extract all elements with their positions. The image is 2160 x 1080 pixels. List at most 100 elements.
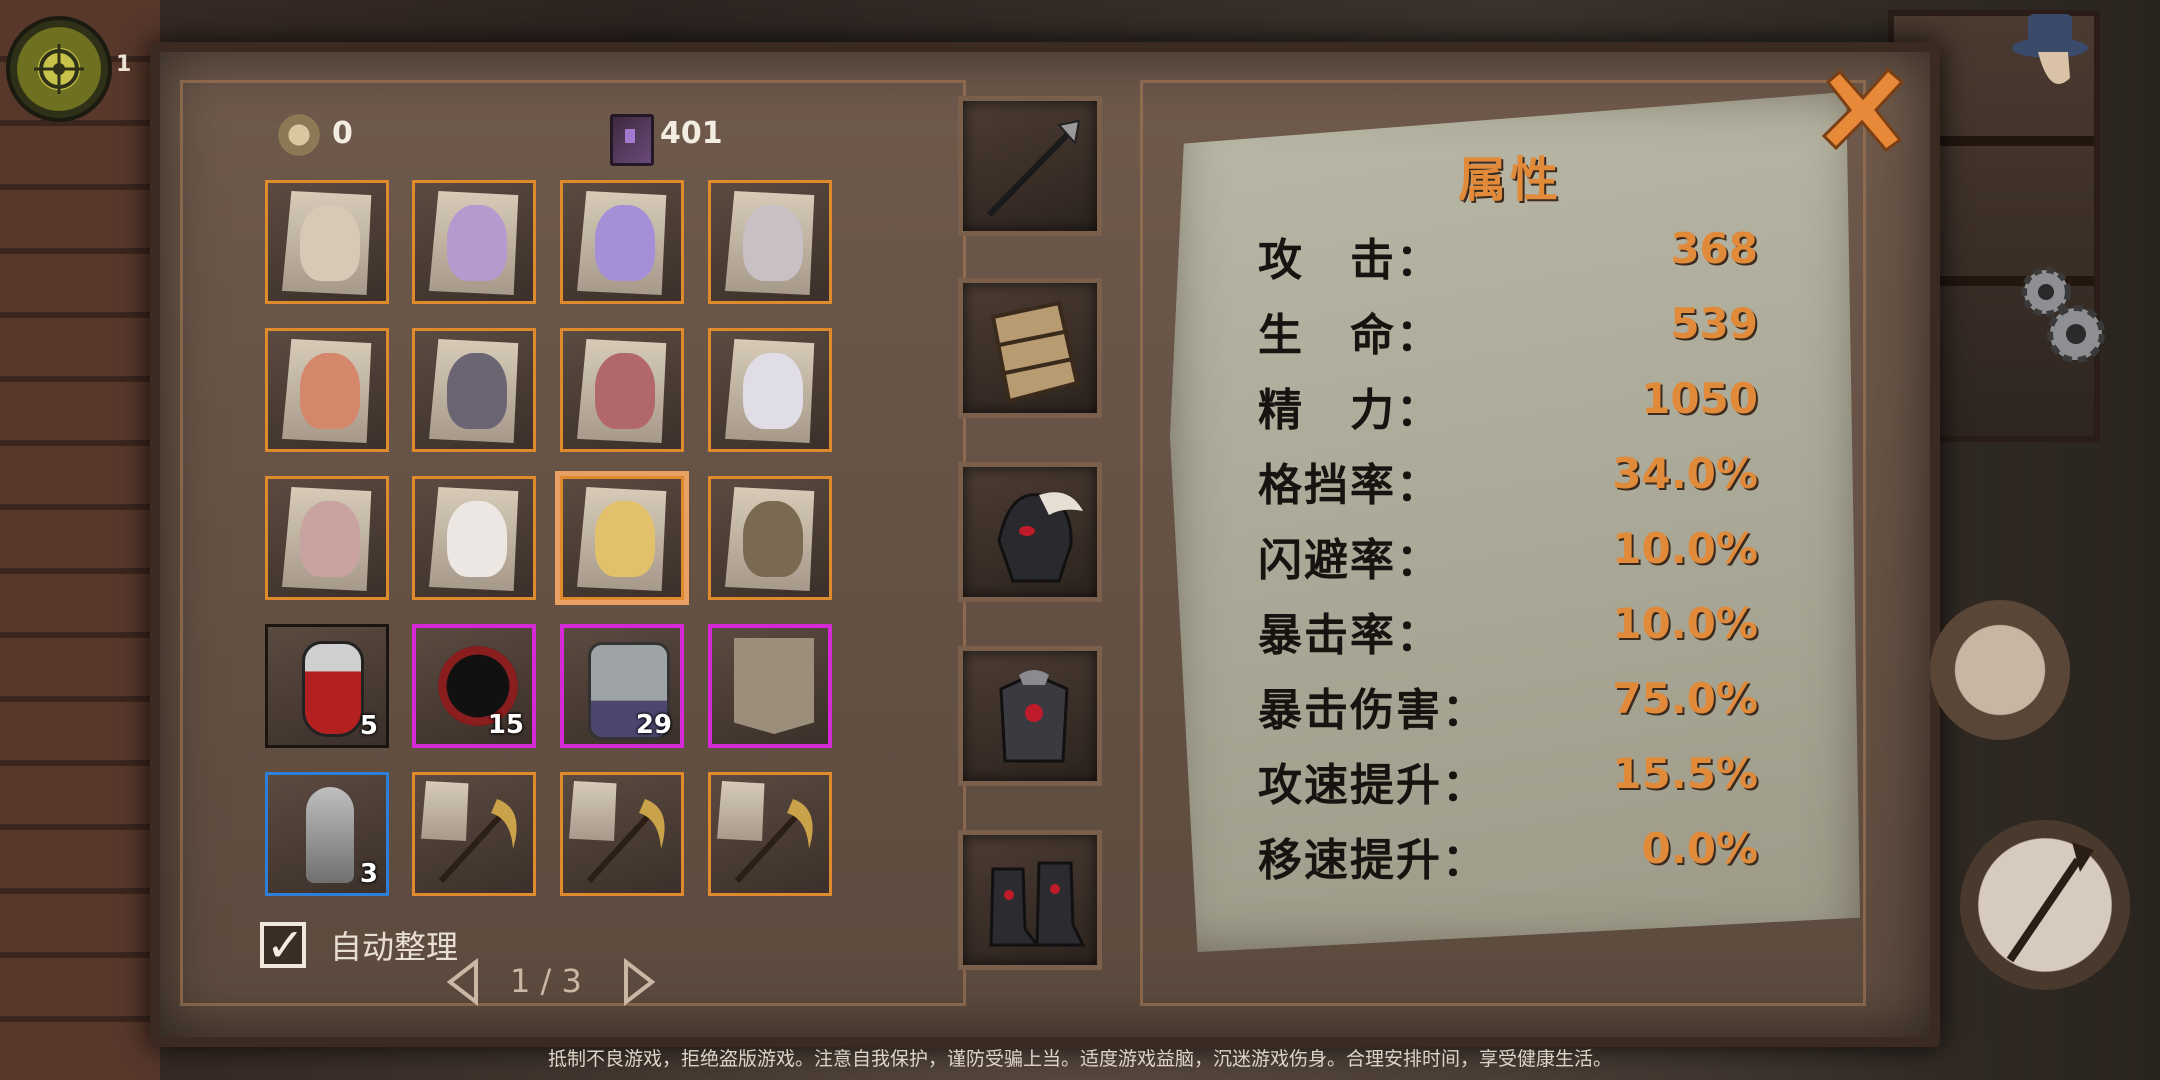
coin-icon: [278, 114, 320, 156]
equip-slot-offhand[interactable]: [958, 278, 1102, 418]
player-level: 1: [116, 52, 132, 77]
attribute-row: 闪避率： 10.0%: [1258, 524, 1758, 586]
auto-sort-checkbox[interactable]: ✓: [260, 918, 306, 972]
attribute-value: 368: [1670, 224, 1758, 273]
inventory-slot-hero[interactable]: [560, 476, 684, 600]
inventory-slot-weapon[interactable]: [560, 772, 684, 896]
attribute-label: 闪避率：: [1258, 535, 1442, 586]
statue-icon: [306, 787, 354, 883]
item-count: 5: [359, 711, 378, 741]
inventory-slot-weapon[interactable]: [708, 772, 832, 896]
scythe-icon: [734, 799, 813, 884]
attribute-row: 暴击率： 10.0%: [1258, 599, 1758, 661]
equip-slot-weapon[interactable]: [958, 96, 1102, 236]
hero-portrait: [743, 205, 803, 281]
helmet-icon: [997, 492, 1083, 583]
attribute-label: 生 命：: [1258, 310, 1442, 361]
hero-portrait: [300, 501, 360, 577]
auto-sort-label: 自动整理: [330, 928, 459, 966]
attribute-value: 1050: [1641, 374, 1758, 423]
item-count: 3: [359, 859, 378, 889]
checkmark-icon: ✓: [266, 918, 305, 972]
attribute-row: 移速提升： 0.0%: [1258, 824, 1758, 886]
inventory-slot-hero[interactable]: [412, 328, 536, 452]
attributes-parchment: [1170, 92, 1860, 952]
attribute-row: 生 命： 539: [1258, 299, 1758, 361]
inventory-slot-hero[interactable]: [265, 476, 389, 600]
attribute-label: 攻 击：: [1258, 235, 1442, 286]
target-icon: [34, 44, 84, 94]
coin-count: 0: [332, 116, 353, 151]
banner-icon: [734, 638, 814, 734]
inventory-slot-hero[interactable]: [708, 328, 832, 452]
hero-portrait: [595, 501, 655, 577]
book-count: 401: [660, 116, 723, 151]
attribute-row: 攻速提升： 15.5%: [1258, 749, 1758, 811]
hero-portrait: [743, 353, 803, 429]
hero-portrait: [595, 353, 655, 429]
attribute-value: 10.0%: [1612, 524, 1758, 573]
inventory-slot-hero[interactable]: [560, 180, 684, 304]
scythe-icon: [586, 799, 665, 884]
equip-slot-boots[interactable]: [958, 830, 1102, 970]
player-level-badge[interactable]: [6, 16, 112, 122]
attribute-row: 格挡率： 34.0%: [1258, 449, 1758, 511]
armor-icon: [999, 670, 1069, 763]
page-indicator: 1 / 3: [510, 962, 582, 1000]
inventory-slot-statue[interactable]: 3: [265, 772, 389, 896]
attribute-label: 暴击伤害：: [1258, 685, 1488, 736]
attribute-value: 10.0%: [1612, 599, 1758, 648]
spear-attack-icon: [2006, 842, 2094, 963]
inventory-slot-hero[interactable]: [560, 328, 684, 452]
equip-slot-helmet[interactable]: [958, 462, 1102, 602]
attributes-title: 属性: [1458, 152, 1563, 208]
equip-slot-armor[interactable]: [958, 646, 1102, 786]
attribute-value: 15.5%: [1612, 749, 1758, 798]
settings-gear-icon[interactable]: [2010, 260, 2110, 370]
attribute-value: 0.0%: [1641, 824, 1758, 873]
attribute-label: 暴击率：: [1258, 610, 1442, 661]
attribute-row: 精 力： 1050: [1258, 374, 1758, 436]
prev-page-button[interactable]: [446, 958, 480, 1006]
hero-portrait: [300, 205, 360, 281]
attribute-row: 暴击伤害： 75.0%: [1258, 674, 1758, 736]
detective-hat-icon[interactable]: [2010, 8, 2090, 98]
inventory-slot-hero[interactable]: [708, 476, 832, 600]
attribute-value: 34.0%: [1612, 449, 1758, 498]
attribute-label: 精 力：: [1258, 385, 1442, 436]
boots-icon: [989, 861, 1086, 947]
potion-icon: [302, 641, 364, 737]
scythe-icon: [438, 799, 517, 884]
close-button[interactable]: [1818, 64, 1908, 154]
inventory-slot-hero[interactable]: [412, 180, 536, 304]
attribute-label: 格挡率：: [1258, 460, 1442, 511]
anti-addiction-notice: 抵制不良游戏，拒绝盗版游戏。注意自我保护，谨防受骗上当。适度游戏益脑，沉迷游戏伤…: [547, 1048, 1612, 1070]
attribute-label: 攻速提升：: [1258, 760, 1488, 811]
inventory-slot-hero[interactable]: [708, 180, 832, 304]
hero-portrait: [595, 205, 655, 281]
inventory-slot-weapon[interactable]: [412, 772, 536, 896]
attribute-value: 75.0%: [1612, 674, 1758, 723]
hero-portrait: [300, 353, 360, 429]
inventory-slot-potion[interactable]: 5: [265, 624, 389, 748]
next-page-button[interactable]: [622, 958, 656, 1006]
attribute-label: 移速提升：: [1258, 835, 1488, 886]
hero-portrait: [447, 205, 507, 281]
inventory-slot-hero[interactable]: [265, 328, 389, 452]
brick-wall: [0, 0, 160, 1080]
hero-portrait: [743, 501, 803, 577]
skill-button[interactable]: [1930, 600, 2070, 740]
spear-icon: [986, 119, 1081, 218]
inventory-slot-orb[interactable]: 15: [412, 624, 536, 748]
attribute-value: 539: [1670, 299, 1758, 348]
inventory-slot-hero[interactable]: [265, 180, 389, 304]
attack-button[interactable]: [1960, 820, 2130, 990]
inventory-slot-banner[interactable]: [708, 624, 832, 748]
attribute-row: 攻 击： 368: [1258, 224, 1758, 286]
book-icon: [610, 114, 654, 166]
hero-portrait: [447, 501, 507, 577]
hero-portrait: [447, 353, 507, 429]
item-count: 15: [487, 710, 524, 740]
inventory-slot-hero[interactable]: [412, 476, 536, 600]
inventory-slot-jar[interactable]: 29: [560, 624, 684, 748]
